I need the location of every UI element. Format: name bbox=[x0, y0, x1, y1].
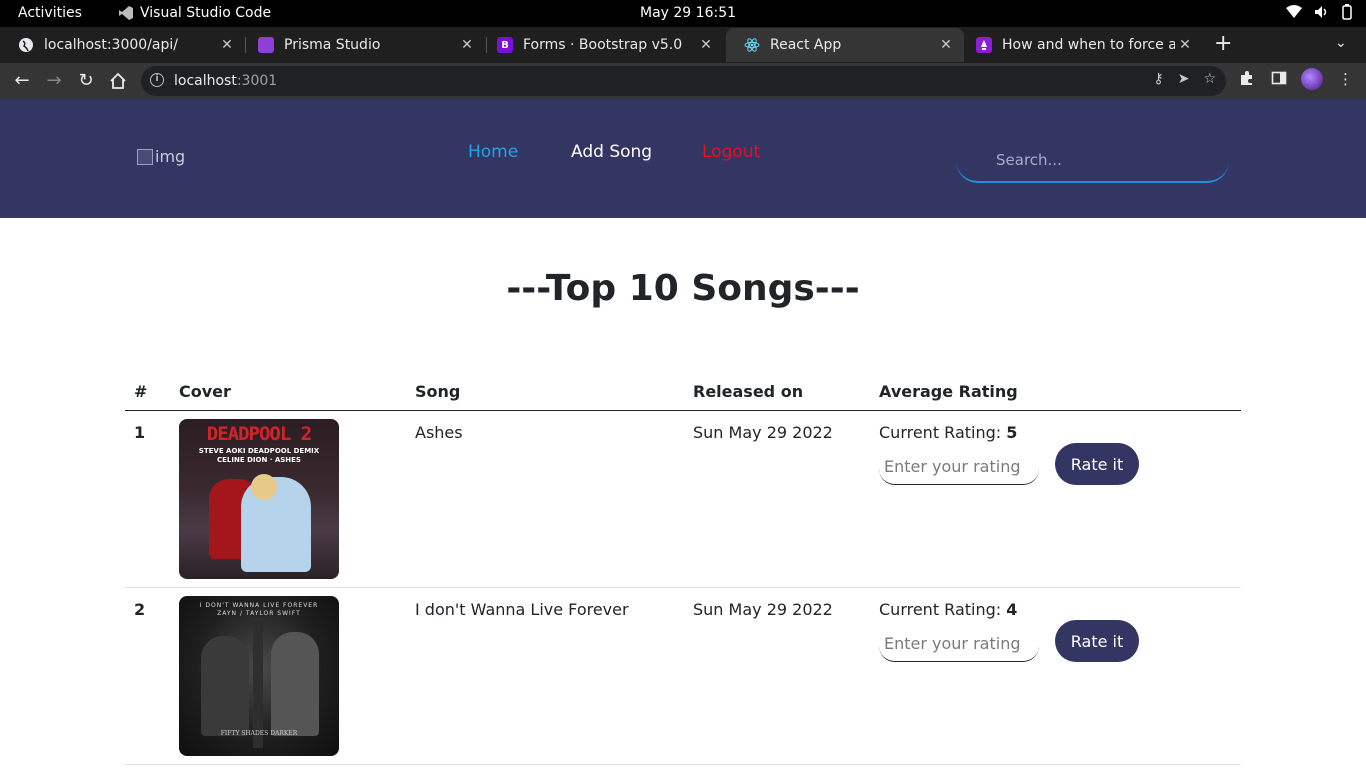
broken-image-icon bbox=[137, 148, 153, 165]
tab-prisma-studio[interactable]: Prisma Studio ✕ bbox=[240, 28, 485, 62]
address-bar[interactable]: i localhost:3001 ⚷ ➤ ☆ bbox=[141, 66, 1226, 96]
system-top-bar: Activities Visual Studio Code May 29 16:… bbox=[0, 0, 1366, 27]
close-icon[interactable]: ✕ bbox=[1175, 37, 1195, 53]
song-release-date: Sun May 29 2022 bbox=[693, 423, 833, 442]
song-name: I don't Wanna Live Forever bbox=[415, 600, 629, 619]
activities-button[interactable]: Activities bbox=[18, 5, 82, 21]
system-tray[interactable] bbox=[1286, 4, 1352, 20]
extensions-icon[interactable] bbox=[1239, 70, 1255, 90]
bootstrap-icon: B bbox=[497, 37, 513, 53]
rating-value: 5 bbox=[1006, 423, 1018, 442]
tab-bootstrap-forms[interactable]: B Forms · Bootstrap v5.0 ✕ bbox=[479, 28, 724, 62]
tab-title: Prisma Studio bbox=[284, 37, 381, 53]
cover-title: DEADPOOL 2 bbox=[206, 423, 312, 445]
close-icon[interactable]: ✕ bbox=[457, 37, 477, 53]
table-row: 1 DEADPOOL 2 STEVE AOKI DEADPOOL DEMIX CE… bbox=[125, 411, 1241, 588]
tab-favicon bbox=[976, 37, 992, 53]
send-icon[interactable]: ➤ bbox=[1178, 71, 1190, 87]
column-header-rank: # bbox=[134, 382, 148, 401]
close-icon[interactable]: ✕ bbox=[696, 37, 716, 53]
back-button[interactable]: ← bbox=[10, 69, 34, 93]
cover-figure bbox=[251, 474, 277, 500]
url-port: :3001 bbox=[236, 73, 278, 89]
rating-value: 4 bbox=[1006, 600, 1018, 619]
album-cover-image: DEADPOOL 2 STEVE AOKI DEADPOOL DEMIX CELI… bbox=[179, 419, 339, 579]
tab-title: localhost:3000/api/ bbox=[44, 37, 178, 53]
profile-avatar[interactable] bbox=[1301, 68, 1323, 90]
cover-title-line: I DON'T WANNA LIVE FOREVER bbox=[199, 602, 319, 609]
wifi-icon bbox=[1286, 5, 1302, 18]
rating-input[interactable] bbox=[879, 449, 1039, 485]
kebab-menu-icon[interactable]: ⋮ bbox=[1338, 70, 1353, 88]
active-app-name: Visual Studio Code bbox=[140, 5, 272, 21]
site-info-icon[interactable]: i bbox=[150, 73, 164, 87]
tab-react-app[interactable]: React App ✕ bbox=[726, 28, 964, 62]
song-rank: 2 bbox=[134, 600, 146, 619]
close-icon[interactable]: ✕ bbox=[217, 37, 237, 53]
song-name: Ashes bbox=[415, 423, 463, 442]
logo-alt-text: img bbox=[155, 147, 186, 166]
rating-label: Current Rating: bbox=[879, 423, 1007, 442]
column-header-rating: Average Rating bbox=[879, 382, 1018, 401]
browser-tab-strip: localhost:3000/api/ ✕ Prisma Studio ✕ B … bbox=[0, 27, 1366, 63]
tab-title: React App bbox=[770, 37, 842, 53]
column-header-released: Released on bbox=[693, 382, 804, 401]
nav-home-link[interactable]: Home bbox=[468, 142, 518, 162]
vscode-icon bbox=[119, 6, 133, 20]
cover-figure bbox=[271, 632, 319, 736]
cover-figure bbox=[201, 636, 249, 736]
nav-add-song-link[interactable]: Add Song bbox=[571, 142, 652, 162]
key-icon[interactable]: ⚷ bbox=[1153, 71, 1163, 87]
prisma-icon bbox=[258, 37, 274, 53]
cover-subtitle-line: STEVE AOKI DEADPOOL DEMIX bbox=[198, 447, 320, 455]
album-cover-image: I DON'T WANNA LIVE FOREVER ZAYN / TAYLOR … bbox=[179, 596, 339, 756]
reload-button[interactable]: ↻ bbox=[74, 69, 98, 93]
tab-api[interactable]: localhost:3000/api/ ✕ bbox=[0, 28, 245, 62]
browser-toolbar: ← → ↻ i localhost:3001 ⚷ ➤ ☆ ⋮ bbox=[0, 63, 1366, 99]
globe-icon bbox=[18, 37, 34, 53]
nav-logout-link[interactable]: Logout bbox=[702, 142, 760, 162]
chevron-down-icon[interactable]: ⌄ bbox=[1335, 35, 1347, 51]
clock[interactable]: May 29 16:51 bbox=[640, 5, 736, 21]
side-panel-icon[interactable] bbox=[1271, 70, 1287, 90]
cover-figure bbox=[253, 618, 263, 748]
cover-title: I DON'T WANNA LIVE FOREVER ZAYN / TAYLOR … bbox=[187, 602, 331, 618]
rate-it-button[interactable]: Rate it bbox=[1055, 443, 1139, 485]
battery-icon bbox=[1342, 4, 1352, 20]
app-navbar: img Home Add Song Logout bbox=[0, 99, 1366, 218]
column-header-cover: Cover bbox=[179, 382, 231, 401]
table-row: 2 I DON'T WANNA LIVE FOREVER ZAYN / TAYLO… bbox=[125, 588, 1241, 765]
tab-title: Forms · Bootstrap v5.0 bbox=[523, 37, 683, 53]
table-header: # Cover Song Released on Average Rating bbox=[125, 378, 1241, 411]
tab-title: How and when to force a bbox=[1002, 37, 1175, 53]
songs-table: # Cover Song Released on Average Rating … bbox=[125, 378, 1241, 765]
url-host: localhost bbox=[174, 73, 237, 89]
rating-label: Current Rating: bbox=[879, 600, 1007, 619]
tab-force-article[interactable]: How and when to force a ✕ bbox=[958, 28, 1203, 62]
page-title: ---Top 10 Songs--- bbox=[506, 268, 860, 309]
cover-footer: FIFTY SHADES DARKER bbox=[220, 730, 298, 737]
rating-input[interactable] bbox=[879, 626, 1039, 662]
current-rating: Current Rating: 4 bbox=[879, 600, 1017, 619]
home-icon[interactable] bbox=[106, 69, 130, 93]
volume-icon bbox=[1315, 6, 1327, 18]
rate-it-button[interactable]: Rate it bbox=[1055, 620, 1139, 662]
song-rank: 1 bbox=[134, 423, 146, 442]
react-icon bbox=[744, 37, 760, 53]
song-release-date: Sun May 29 2022 bbox=[693, 600, 833, 619]
cover-artists: ZAYN / TAYLOR SWIFT bbox=[217, 610, 301, 617]
logo-image[interactable]: img bbox=[137, 147, 185, 166]
forward-button[interactable]: → bbox=[42, 69, 66, 93]
star-icon[interactable]: ☆ bbox=[1203, 71, 1216, 87]
current-rating: Current Rating: 5 bbox=[879, 423, 1017, 442]
new-tab-button[interactable]: + bbox=[1214, 31, 1232, 56]
omnibox-actions: ⚷ ➤ ☆ bbox=[1153, 71, 1216, 87]
active-app-menu[interactable]: Visual Studio Code bbox=[118, 5, 271, 21]
url-text[interactable]: localhost:3001 bbox=[174, 73, 277, 89]
cover-subtitle: STEVE AOKI DEADPOOL DEMIX CELINE DION · A… bbox=[187, 447, 331, 465]
cover-artists: CELINE DION · ASHES bbox=[217, 456, 301, 464]
close-icon[interactable]: ✕ bbox=[936, 37, 956, 53]
column-header-song: Song bbox=[415, 382, 461, 401]
search-input[interactable] bbox=[956, 139, 1229, 183]
